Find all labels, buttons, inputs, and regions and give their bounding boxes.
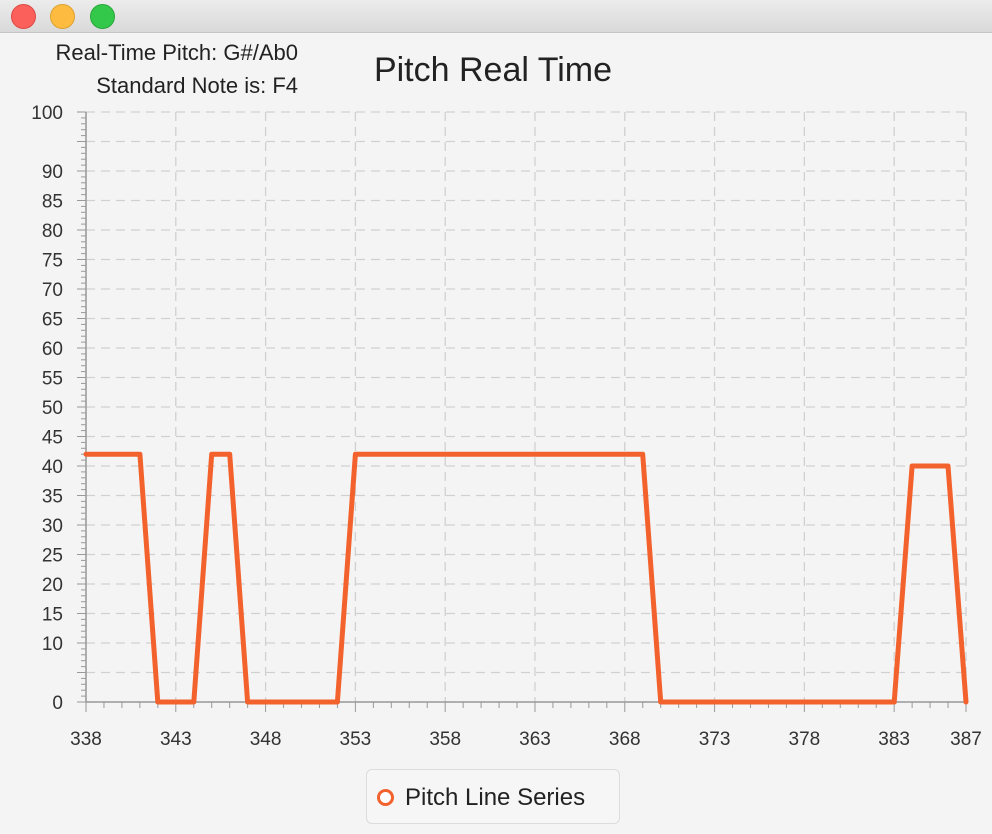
x-tick-label: 363 [519, 729, 551, 750]
y-tick-label: 20 [42, 575, 63, 596]
y-tick-label: 0 [52, 693, 63, 714]
x-tick-label: 373 [699, 729, 731, 750]
y-tick-label: 30 [42, 516, 63, 537]
chart-title: Pitch Real Time [374, 51, 612, 89]
y-tick-label: 50 [42, 398, 63, 419]
y-tick-label: 40 [42, 457, 63, 478]
y-tick-label: 55 [42, 369, 63, 390]
x-tick-label: 383 [878, 729, 910, 750]
x-tick-label: 338 [70, 729, 102, 750]
y-tick-label: 10 [42, 634, 63, 655]
x-tick-label: 353 [340, 729, 372, 750]
x-tick-label: 343 [160, 729, 192, 750]
chart-legend: Pitch Line Series [366, 769, 620, 824]
x-tick-label: 358 [429, 729, 461, 750]
y-tick-label: 60 [42, 339, 63, 360]
legend-series-symbol [377, 789, 394, 806]
y-tick-label: 80 [42, 221, 63, 242]
y-tick-label: 85 [42, 192, 63, 213]
legend-series-label: Pitch Line Series [405, 784, 586, 811]
y-tick-label: 75 [42, 251, 63, 272]
series-line-0 [83, 451, 969, 705]
y-tick-label: 35 [42, 487, 63, 508]
y-tick-label: 65 [42, 310, 63, 331]
y-tick-label: 70 [42, 280, 63, 301]
x-tick-label: 348 [250, 729, 282, 750]
y-tick-label: 45 [42, 428, 63, 449]
pitch-line-chart: Pitch Real Time 0 10 15 20 25 30 35 40 45 50 55 60 65… [31, 51, 982, 750]
y-tick-label: 15 [42, 605, 63, 626]
y-tick-label: 90 [42, 162, 63, 183]
y-tick-label: 25 [42, 546, 63, 567]
x-tick-label: 387 [950, 729, 982, 750]
x-tick-label: 368 [609, 729, 641, 750]
y-tick-label: 100 [31, 103, 63, 124]
x-tick-label: 378 [789, 729, 821, 750]
